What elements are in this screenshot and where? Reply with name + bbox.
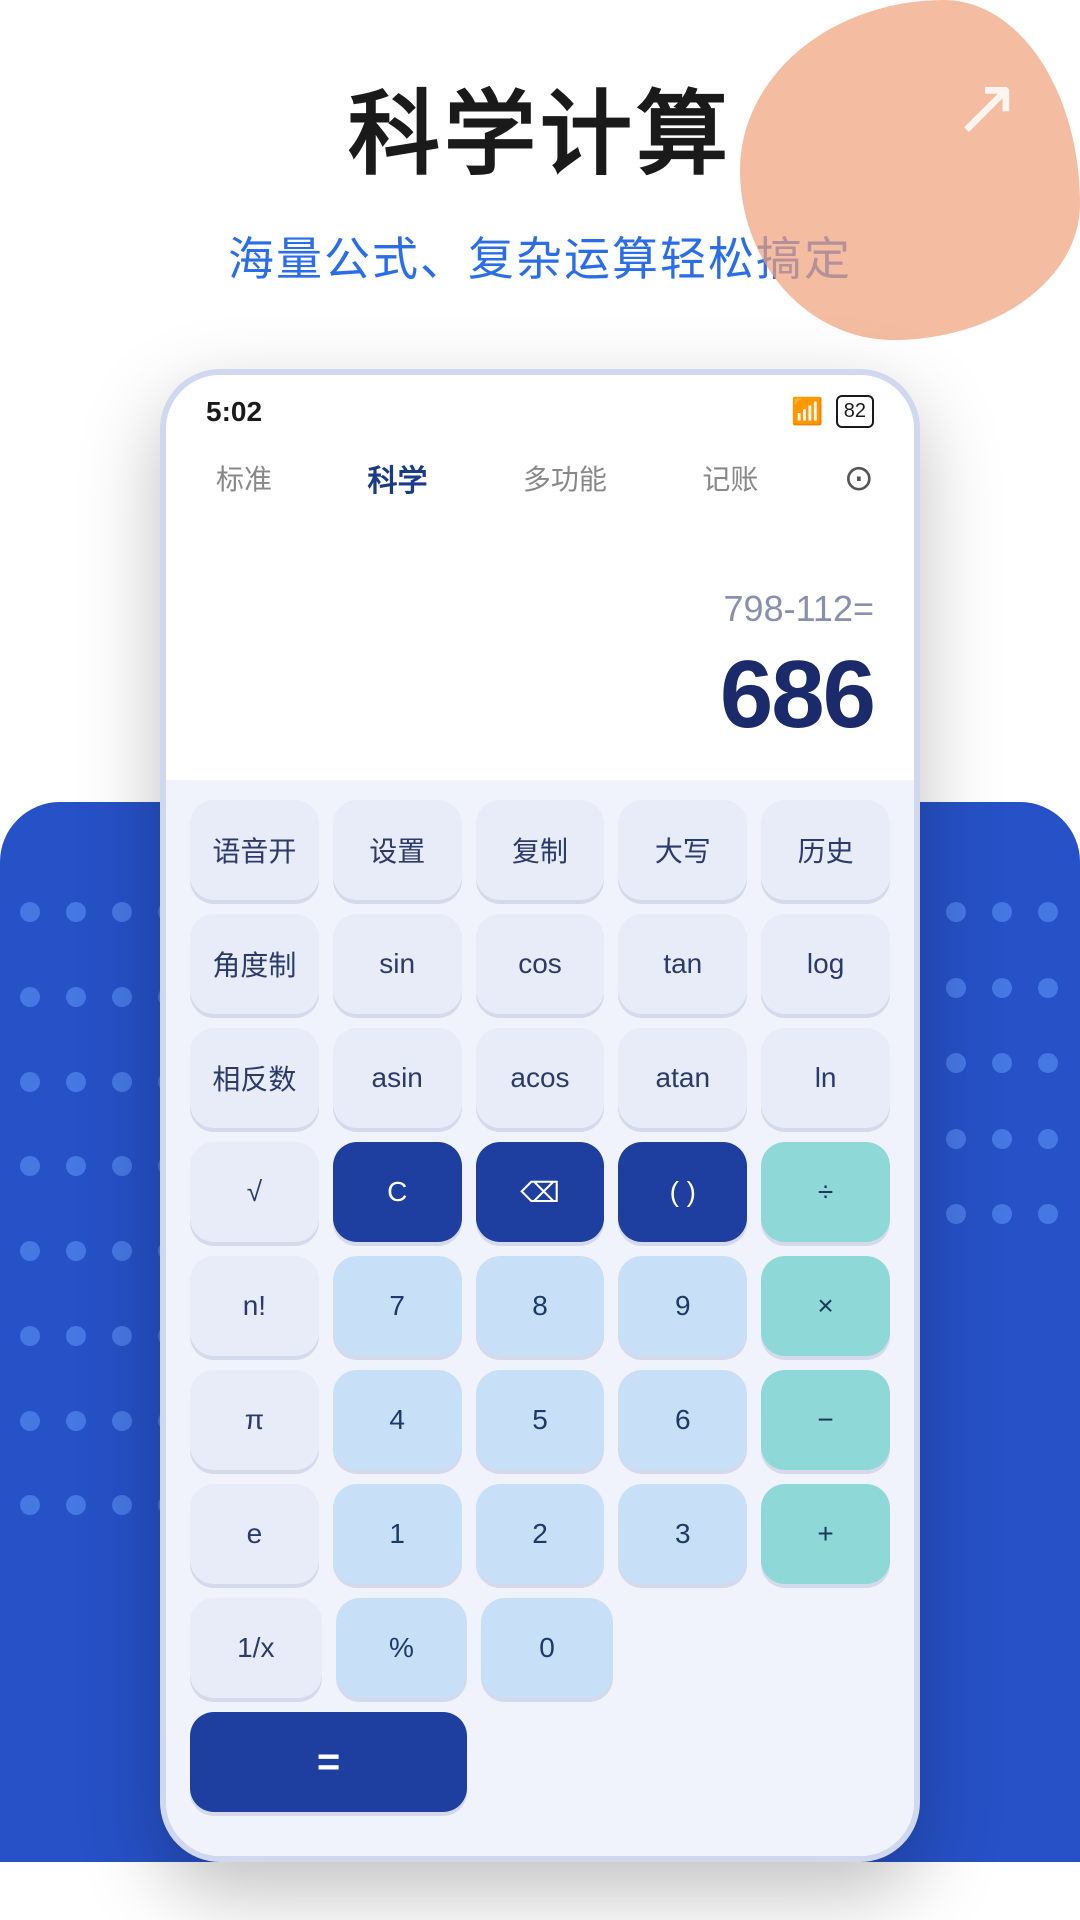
btn-asin[interactable]: asin [333, 1028, 462, 1128]
btn-4[interactable]: 4 [333, 1370, 462, 1470]
btn-acos[interactable]: acos [476, 1028, 605, 1128]
btn-voice[interactable]: 语音开 [190, 800, 319, 900]
btn-minus[interactable]: − [761, 1370, 890, 1470]
battery-box: 82 [836, 395, 874, 428]
btn-9[interactable]: 9 [618, 1256, 747, 1356]
tab-bookkeeping[interactable]: 记账 [692, 450, 768, 506]
tab-multi[interactable]: 多功能 [513, 450, 617, 506]
button-row-7: e 1 2 3 + [190, 1484, 890, 1584]
btn-sqrt[interactable]: √ [190, 1142, 319, 1242]
expression: 798-112= [206, 588, 874, 630]
button-row-4: √ C ⌫ ( ) ÷ [190, 1142, 890, 1242]
phone-mockup: 5:02 📶 82 标准 科学 多功能 记账 ⊙ 798-112= 686 [160, 369, 920, 1862]
profile-icon[interactable]: ⊙ [844, 457, 874, 499]
btn-3[interactable]: 3 [618, 1484, 747, 1584]
calc-body: 语音开 设置 复制 大写 历史 角度制 sin cos tan log 相反数 … [166, 780, 914, 1856]
button-row-1: 语音开 设置 复制 大写 历史 [190, 800, 890, 900]
btn-cos[interactable]: cos [476, 914, 605, 1014]
btn-7[interactable]: 7 [333, 1256, 462, 1356]
status-bar: 5:02 📶 82 [166, 375, 914, 438]
btn-reciprocal[interactable]: 1/x [190, 1598, 322, 1698]
btn-0[interactable]: 0 [481, 1598, 613, 1698]
btn-backspace[interactable]: ⌫ [476, 1142, 605, 1242]
btn-paren[interactable]: ( ) [618, 1142, 747, 1242]
result: 686 [206, 640, 874, 750]
btn-2[interactable]: 2 [476, 1484, 605, 1584]
btn-log[interactable]: log [761, 914, 890, 1014]
button-row-5: n! 7 8 9 × [190, 1256, 890, 1356]
btn-settings[interactable]: 设置 [333, 800, 462, 900]
btn-factorial[interactable]: n! [190, 1256, 319, 1356]
wifi-icon: 📶 [791, 396, 823, 427]
top-section: ↗ 科学计算 海量公式、复杂运算轻松搞定 [0, 0, 1080, 289]
btn-history[interactable]: 历史 [761, 800, 890, 900]
btn-equals[interactable]: = [190, 1712, 467, 1812]
status-time: 5:02 [206, 396, 262, 428]
button-row-2: 角度制 sin cos tan log [190, 914, 890, 1014]
btn-pi[interactable]: π [190, 1370, 319, 1470]
main-title: 科学计算 [0, 60, 1080, 193]
btn-5[interactable]: 5 [476, 1370, 605, 1470]
button-row-3: 相反数 asin acos atan ln [190, 1028, 890, 1128]
btn-clear[interactable]: C [333, 1142, 462, 1242]
btn-tan[interactable]: tan [618, 914, 747, 1014]
btn-degree[interactable]: 角度制 [190, 914, 319, 1014]
btn-plus[interactable]: + [761, 1484, 890, 1584]
button-row-8: 1/x % 0 = [190, 1598, 890, 1812]
btn-8[interactable]: 8 [476, 1256, 605, 1356]
battery-level: 82 [844, 400, 866, 423]
btn-atan[interactable]: atan [618, 1028, 747, 1128]
btn-e[interactable]: e [190, 1484, 319, 1584]
btn-multiply[interactable]: × [761, 1256, 890, 1356]
btn-copy[interactable]: 复制 [476, 800, 605, 900]
button-row-6: π 4 5 6 − [190, 1370, 890, 1470]
btn-percent[interactable]: % [336, 1598, 468, 1698]
phone-wrapper: 5:02 📶 82 标准 科学 多功能 记账 ⊙ 798-112= 686 [0, 369, 1080, 1862]
status-icons: 📶 82 [791, 395, 874, 428]
btn-divide[interactable]: ÷ [761, 1142, 890, 1242]
tab-science[interactable]: 科学 [357, 448, 437, 508]
btn-uppercase[interactable]: 大写 [618, 800, 747, 900]
btn-ln[interactable]: ln [761, 1028, 890, 1128]
tab-standard[interactable]: 标准 [206, 450, 282, 506]
btn-sin[interactable]: sin [333, 914, 462, 1014]
tab-bar: 标准 科学 多功能 记账 ⊙ [166, 438, 914, 528]
btn-6[interactable]: 6 [618, 1370, 747, 1470]
display-area: 798-112= 686 [166, 528, 914, 780]
btn-1[interactable]: 1 [333, 1484, 462, 1584]
btn-neg[interactable]: 相反数 [190, 1028, 319, 1128]
